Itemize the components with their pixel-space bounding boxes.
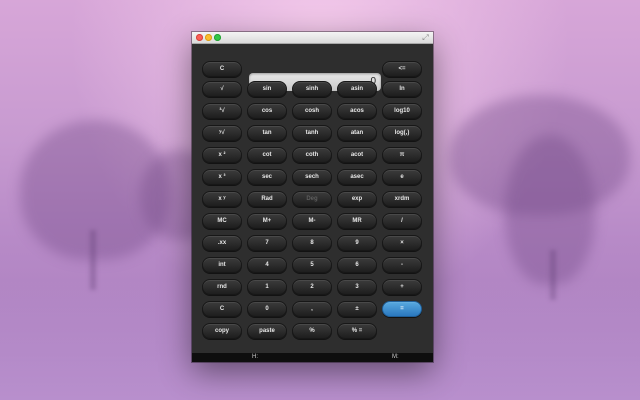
acot-button[interactable]: acot — [337, 147, 377, 163]
cot-button[interactable]: cot — [247, 147, 287, 163]
sinh-button[interactable]: sinh — [292, 81, 332, 97]
digit-8-button[interactable]: 8 — [292, 235, 332, 251]
xrdm-button[interactable]: xrdm — [382, 191, 422, 207]
tan-button[interactable]: tan — [247, 125, 287, 141]
digit-4-button[interactable]: 4 — [247, 257, 287, 273]
sech-button[interactable]: sech — [292, 169, 332, 185]
mr-button[interactable]: MR — [337, 213, 377, 229]
clear-button[interactable]: C — [202, 301, 242, 317]
paste-button[interactable]: paste — [247, 323, 287, 339]
clear-top-button[interactable]: C — [202, 61, 242, 77]
sec-button[interactable]: sec — [247, 169, 287, 185]
status-bar: H: M: — [192, 353, 433, 362]
plus-button[interactable]: + — [382, 279, 422, 295]
minus-button[interactable]: - — [382, 257, 422, 273]
asec-button[interactable]: asec — [337, 169, 377, 185]
cbrt-button[interactable]: ³√ — [202, 103, 242, 119]
fullscreen-arrows-icon[interactable]: ⤢ — [421, 33, 430, 42]
deg-button[interactable]: Deg — [292, 191, 332, 207]
ln-button[interactable]: ln — [382, 81, 422, 97]
pi-button[interactable]: π — [382, 147, 422, 163]
cube-button[interactable]: x ³ — [202, 169, 242, 185]
digit-5-button[interactable]: 5 — [292, 257, 332, 273]
rad-button[interactable]: Rad — [247, 191, 287, 207]
int-button[interactable]: int — [202, 257, 242, 273]
decimals-button[interactable]: .xx — [202, 235, 242, 251]
digit-9-button[interactable]: 9 — [337, 235, 377, 251]
digit-7-button[interactable]: 7 — [247, 235, 287, 251]
divide-button[interactable]: / — [382, 213, 422, 229]
minimize-window-button[interactable] — [205, 34, 212, 41]
cos-button[interactable]: cos — [247, 103, 287, 119]
status-hours: H: — [252, 354, 258, 360]
copy-button[interactable]: copy — [202, 323, 242, 339]
zoom-window-button[interactable] — [214, 34, 221, 41]
calculator-keypad: 0 C <= √ sinsinh asinln ³√ coscosh acos log10 ʸ√ t… — [192, 44, 433, 354]
close-window-button[interactable] — [196, 34, 203, 41]
atan-button[interactable]: atan — [337, 125, 377, 141]
multiply-button[interactable]: × — [382, 235, 422, 251]
acos-button[interactable]: acos — [337, 103, 377, 119]
e-button[interactable]: e — [382, 169, 422, 185]
digit-1-button[interactable]: 1 — [247, 279, 287, 295]
asin-button[interactable]: asin — [337, 81, 377, 97]
sqrt-button[interactable]: √ — [202, 81, 242, 97]
comma-button[interactable]: , — [292, 301, 332, 317]
digit-6-button[interactable]: 6 — [337, 257, 377, 273]
sign-button[interactable]: ± — [337, 301, 377, 317]
digit-2-button[interactable]: 2 — [292, 279, 332, 295]
calculator-window: ⤢ 0 C <= √ sinsinh asinln ³√ coscosh acos log10 ʸ… — [192, 32, 433, 362]
digit-3-button[interactable]: 3 — [337, 279, 377, 295]
title-bar[interactable]: ⤢ — [192, 32, 433, 44]
status-minutes: M: — [392, 354, 399, 360]
tanh-button[interactable]: tanh — [292, 125, 332, 141]
log10-button[interactable]: log10 — [382, 103, 422, 119]
logbase-button[interactable]: log(,) — [382, 125, 422, 141]
percent-equals-button[interactable]: % = — [337, 323, 377, 339]
backspace-button[interactable]: <= — [382, 61, 422, 77]
sin-button[interactable]: sin — [247, 81, 287, 97]
square-button[interactable]: x ² — [202, 147, 242, 163]
coth-button[interactable]: coth — [292, 147, 332, 163]
percent-button[interactable]: % — [292, 323, 332, 339]
mminus-button[interactable]: M- — [292, 213, 332, 229]
rnd-button[interactable]: rnd — [202, 279, 242, 295]
equals-button[interactable]: = — [382, 301, 422, 317]
digit-0-button[interactable]: 0 — [247, 301, 287, 317]
power-button[interactable]: x ʸ — [202, 191, 242, 207]
yroot-button[interactable]: ʸ√ — [202, 125, 242, 141]
exp-button[interactable]: exp — [337, 191, 377, 207]
mc-button[interactable]: MC — [202, 213, 242, 229]
cosh-button[interactable]: cosh — [292, 103, 332, 119]
mplus-button[interactable]: M+ — [247, 213, 287, 229]
